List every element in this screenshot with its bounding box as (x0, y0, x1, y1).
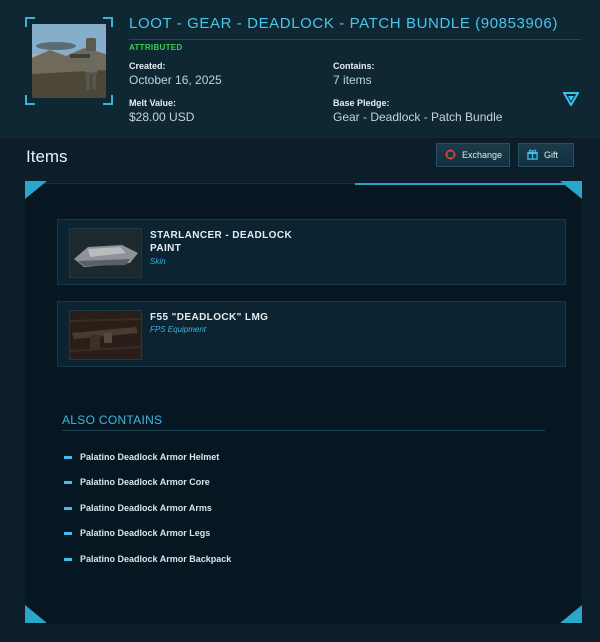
item-thumbnail (69, 310, 142, 360)
panel-accent-line (355, 183, 565, 185)
chevron-down-icon[interactable] (562, 92, 580, 107)
contains-value: 7 items (333, 73, 372, 87)
panel-corner-bottom-right (560, 605, 582, 623)
base-pledge-label: Base Pledge: (333, 98, 390, 108)
status-badge: ATTRIBUTED (129, 43, 183, 52)
bullet-icon (64, 557, 72, 561)
panel-corner-top-left (25, 181, 47, 199)
list-item-label: Palatino Deadlock Armor Legs (80, 528, 211, 538)
created-value: October 16, 2025 (129, 73, 222, 87)
pledge-header: LOOT - GEAR - DEADLOCK - PATCH BUNDLE (9… (0, 0, 600, 138)
bullet-icon (64, 480, 72, 484)
gift-icon (527, 149, 538, 162)
list-item: Palatino Deadlock Armor Legs (64, 528, 210, 538)
also-contains-title: ALSO CONTAINS (62, 413, 163, 427)
item-name: F55 "DEADLOCK" LMG (150, 312, 269, 323)
list-item: Palatino Deadlock Armor Helmet (64, 452, 219, 462)
exchange-icon (445, 148, 456, 162)
list-item: Palatino Deadlock Armor Core (64, 477, 210, 487)
melt-value: $28.00 USD (129, 110, 195, 124)
list-item: Palatino Deadlock Armor Backpack (64, 554, 231, 564)
bullet-icon (64, 455, 72, 459)
panel-corner-bottom-left (25, 605, 47, 623)
item-type: Skin (150, 257, 166, 266)
item-type: FPS Equipment (150, 325, 207, 334)
pledge-title: LOOT - GEAR - DEADLOCK - PATCH BUNDLE (9… (129, 15, 558, 32)
list-item-label: Palatino Deadlock Armor Backpack (80, 554, 232, 564)
item-thumbnail (69, 228, 142, 278)
item-card[interactable]: STARLANCER - DEADLOCK PAINT Skin (57, 219, 566, 285)
melt-value-label: Melt Value: (129, 98, 177, 108)
base-pledge-value: Gear - Deadlock - Patch Bundle (333, 110, 503, 124)
created-label: Created: (129, 61, 166, 71)
gift-button[interactable]: Gift (518, 143, 574, 167)
items-heading: Items (26, 147, 68, 166)
exchange-button[interactable]: Exchange (436, 143, 510, 167)
title-divider (129, 39, 581, 40)
bullet-icon (64, 531, 72, 535)
item-name: STARLANCER - DEADLOCK PAINT (150, 230, 293, 254)
list-item-label: Palatino Deadlock Armor Arms (80, 503, 212, 513)
list-item-label: Palatino Deadlock Armor Core (80, 477, 210, 487)
also-contains-divider (62, 430, 545, 431)
bullet-icon (64, 506, 72, 510)
pledge-thumbnail-frame (25, 17, 113, 105)
panel-corner-top-right (560, 181, 582, 199)
list-item-label: Palatino Deadlock Armor Helmet (80, 452, 220, 462)
contains-label: Contains: (333, 61, 375, 71)
list-item: Palatino Deadlock Armor Arms (64, 503, 212, 513)
exchange-label: Exchange (462, 150, 503, 160)
gift-label: Gift (544, 150, 559, 160)
pledge-thumbnail (32, 24, 106, 98)
item-card[interactable]: F55 "DEADLOCK" LMG FPS Equipment (57, 301, 566, 367)
